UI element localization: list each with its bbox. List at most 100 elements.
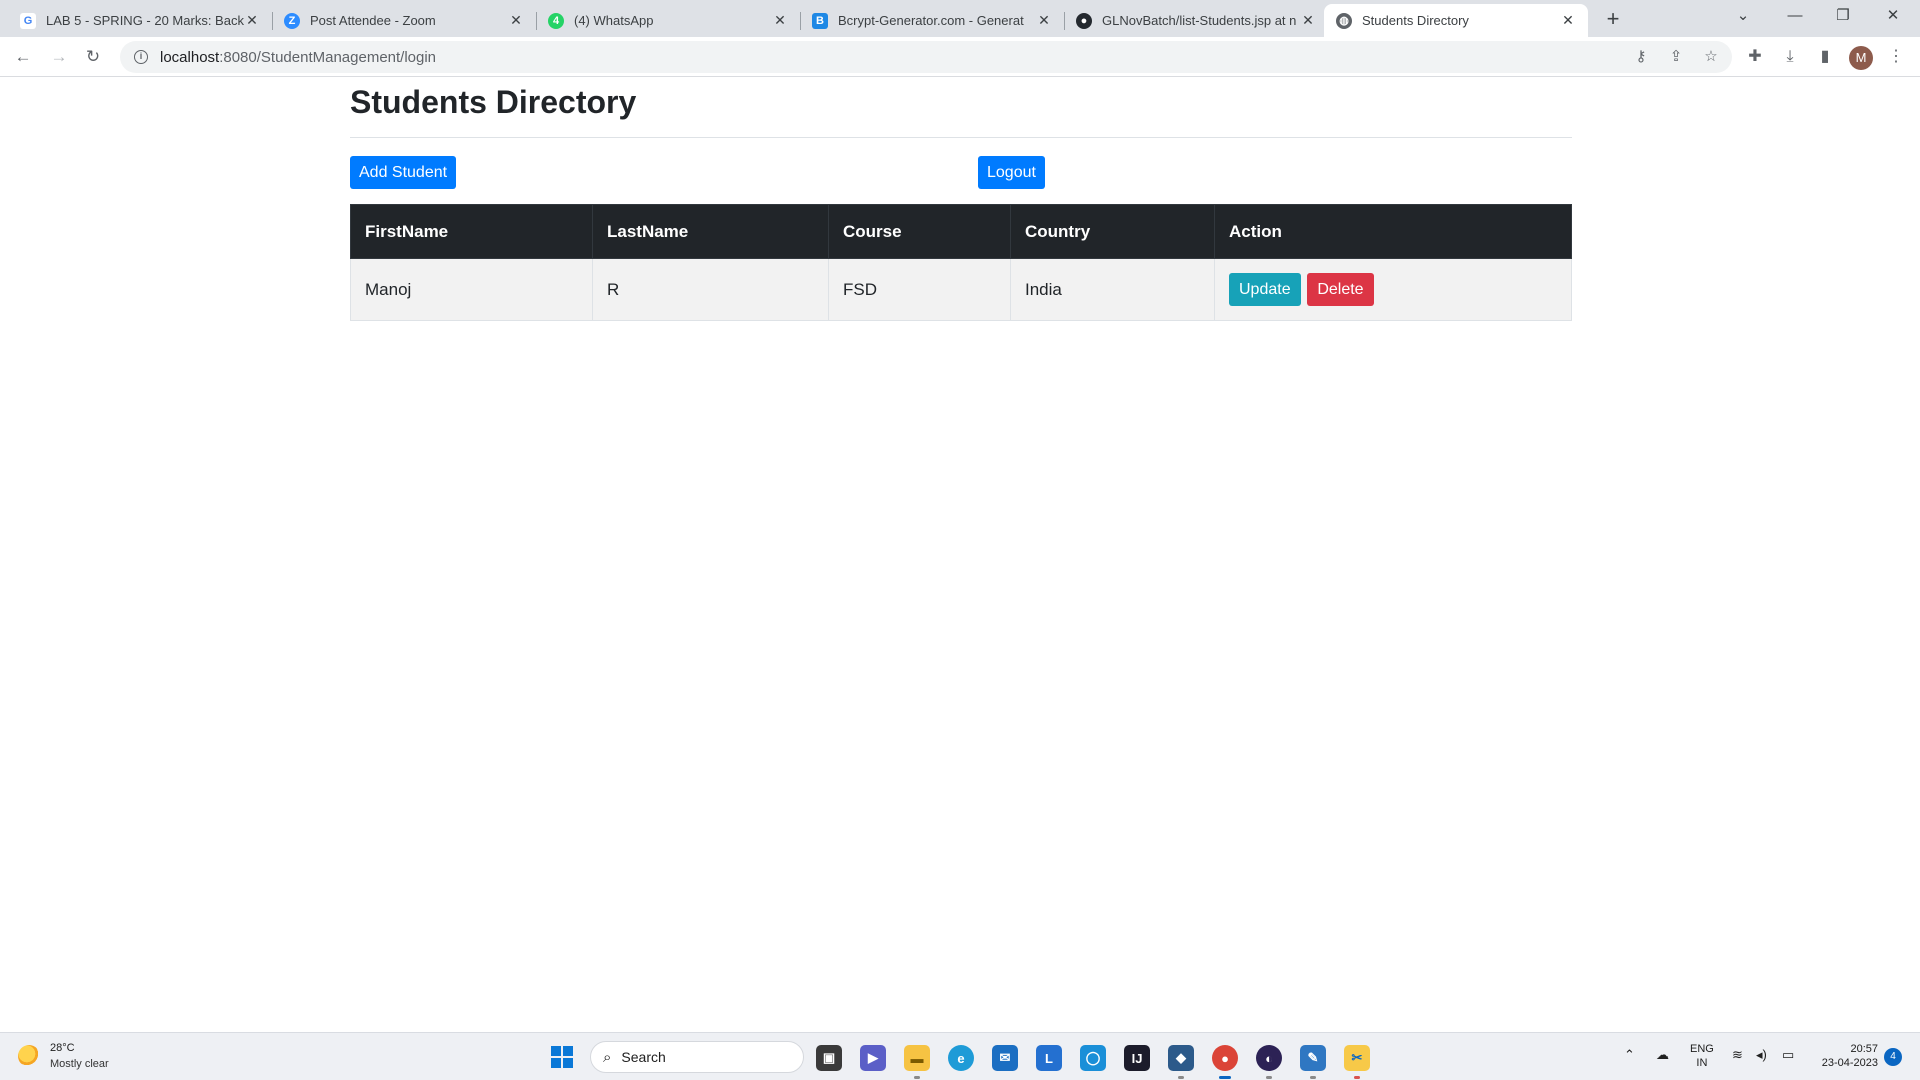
start-button-icon[interactable] bbox=[551, 1046, 573, 1068]
column-header-action: Action bbox=[1214, 204, 1572, 259]
page-title: Students Directory bbox=[350, 84, 637, 120]
table-header-row: FirstName LastName Course Country Action bbox=[350, 204, 1572, 259]
tab-title: (4) WhatsApp bbox=[574, 13, 654, 28]
address-bar[interactable]: i localhost:8080/StudentManagement/login bbox=[120, 41, 1732, 73]
volume-icon[interactable]: ◂) bbox=[1756, 1047, 1767, 1063]
weather-icon[interactable] bbox=[18, 1045, 40, 1067]
weather-temperature: 28°C bbox=[50, 1042, 75, 1054]
eclipse-icon[interactable]: ◐ bbox=[1256, 1045, 1282, 1071]
bcrypt-icon: B bbox=[812, 12, 828, 29]
whatsapp-icon: 4 bbox=[548, 12, 564, 29]
browser-tab[interactable]: G LAB 5 - SPRING - 20 Marks: Back ✕ bbox=[8, 4, 273, 37]
cell-action: Update Delete bbox=[1214, 258, 1572, 321]
photo-editor-icon[interactable]: ✎ bbox=[1300, 1045, 1326, 1071]
zoom-icon: Z bbox=[284, 12, 300, 29]
notification-badge[interactable]: 4 bbox=[1884, 1048, 1902, 1066]
taskbar: 28°C Mostly clear ⌕ Search ▣ ▶ ▬ e ✉ L ◯… bbox=[0, 1032, 1920, 1080]
logout-button[interactable]: Logout bbox=[978, 156, 1045, 189]
mail-icon[interactable]: ✉ bbox=[992, 1045, 1018, 1071]
action-buttons-row: Add Student Logout bbox=[350, 156, 1572, 190]
page-container: Students Directory Add Student Logout Fi… bbox=[350, 78, 1572, 321]
browser-tab-strip: G LAB 5 - SPRING - 20 Marks: Back ✕ Z Po… bbox=[0, 0, 1920, 37]
close-tab-icon[interactable]: ✕ bbox=[244, 12, 260, 29]
teams-icon[interactable]: ▶ bbox=[860, 1045, 886, 1071]
tab-title: GLNovBatch/list-Students.jsp at n bbox=[1102, 13, 1297, 28]
students-table: FirstName LastName Course Country Action… bbox=[350, 204, 1572, 321]
extensions-icon[interactable]: ✚ bbox=[1742, 44, 1768, 70]
app-ring-icon[interactable]: ◯ bbox=[1080, 1045, 1106, 1071]
google-icon: G bbox=[20, 12, 36, 29]
back-icon[interactable]: ← bbox=[10, 44, 36, 70]
close-window-icon[interactable]: ✕ bbox=[1878, 4, 1908, 28]
cell-country: India bbox=[1010, 258, 1215, 321]
search-label: Search bbox=[621, 1049, 666, 1065]
browser-tab[interactable]: B Bcrypt-Generator.com - Generat ✕ bbox=[800, 4, 1065, 37]
minimize-icon[interactable]: — bbox=[1780, 4, 1810, 28]
side-panel-icon[interactable]: ▮ bbox=[1812, 44, 1838, 70]
key-icon[interactable]: ⚷ bbox=[1630, 45, 1652, 69]
battery-icon[interactable]: ▭ bbox=[1782, 1047, 1794, 1063]
language-code: ENG bbox=[1690, 1043, 1714, 1055]
column-header-course: Course bbox=[828, 204, 1011, 259]
download-icon[interactable]: ⤓ bbox=[1777, 44, 1803, 70]
close-tab-icon[interactable]: ✕ bbox=[772, 12, 788, 29]
snip-tool-icon[interactable]: ✂ bbox=[1344, 1045, 1370, 1071]
mysql-workbench-icon[interactable]: ◆ bbox=[1168, 1045, 1194, 1071]
tab-title: LAB 5 - SPRING - 20 Marks: Back bbox=[46, 13, 244, 28]
taskbar-clock[interactable]: 20:57 23-04-2023 bbox=[1812, 1042, 1878, 1070]
task-view-icon[interactable]: ▣ bbox=[816, 1045, 842, 1071]
language-region: IN bbox=[1696, 1057, 1708, 1069]
intellij-icon[interactable]: IJ bbox=[1124, 1045, 1150, 1071]
column-header-country: Country bbox=[1010, 204, 1215, 259]
cell-firstname: Manoj bbox=[350, 258, 593, 321]
clock-date: 23-04-2023 bbox=[1821, 1057, 1878, 1069]
browser-tab-active[interactable]: ◍ Students Directory ✕ bbox=[1324, 4, 1588, 37]
cell-lastname: R bbox=[592, 258, 829, 321]
browser-tab[interactable]: Z Post Attendee - Zoom ✕ bbox=[272, 4, 537, 37]
bookmark-star-icon[interactable]: ☆ bbox=[1700, 45, 1722, 69]
restore-icon[interactable]: ❐ bbox=[1828, 4, 1858, 28]
divider bbox=[350, 137, 1572, 138]
address-path: :8080/StudentManagement/login bbox=[219, 48, 437, 66]
onedrive-cloud-icon[interactable]: ☁ bbox=[1656, 1047, 1669, 1063]
reload-icon[interactable]: ↻ bbox=[80, 44, 106, 70]
tab-title: Bcrypt-Generator.com - Generat bbox=[838, 13, 1024, 28]
clock-time: 20:57 bbox=[1850, 1043, 1878, 1055]
add-student-button[interactable]: Add Student bbox=[350, 156, 457, 189]
tab-search-icon[interactable]: ⌄ bbox=[1728, 4, 1758, 28]
table-row: Manoj R FSD India Update Delete bbox=[350, 258, 1572, 321]
update-button[interactable]: Update bbox=[1229, 273, 1301, 306]
edge-icon[interactable]: e bbox=[948, 1045, 974, 1071]
tab-title: Students Directory bbox=[1362, 13, 1469, 28]
column-header-lastname: LastName bbox=[592, 204, 829, 259]
browser-tab[interactable]: ● GLNovBatch/list-Students.jsp at n ✕ bbox=[1064, 4, 1328, 37]
forward-icon[interactable]: → bbox=[46, 44, 72, 70]
weather-description: Mostly clear bbox=[50, 1058, 109, 1070]
globe-icon: ◍ bbox=[1336, 12, 1352, 29]
browser-tab[interactable]: 4 (4) WhatsApp ✕ bbox=[536, 4, 801, 37]
file-explorer-icon[interactable]: ▬ bbox=[904, 1045, 930, 1071]
taskbar-search[interactable]: ⌕ Search bbox=[590, 1041, 804, 1073]
delete-button[interactable]: Delete bbox=[1307, 273, 1374, 306]
close-tab-icon[interactable]: ✕ bbox=[1560, 12, 1576, 29]
search-icon: ⌕ bbox=[603, 1048, 612, 1066]
share-icon[interactable]: ⇪ bbox=[1665, 45, 1687, 69]
wifi-icon[interactable]: ≋ bbox=[1732, 1047, 1743, 1063]
github-icon: ● bbox=[1076, 12, 1092, 29]
close-tab-icon[interactable]: ✕ bbox=[1036, 12, 1052, 29]
close-tab-icon[interactable]: ✕ bbox=[1300, 12, 1316, 29]
show-hidden-icons-chevron-icon[interactable]: ⌃ bbox=[1624, 1047, 1635, 1063]
address-host: localhost bbox=[160, 48, 220, 66]
chrome-icon[interactable]: ● bbox=[1212, 1045, 1238, 1071]
language-indicator[interactable]: ENG IN bbox=[1690, 1042, 1714, 1070]
close-tab-icon[interactable]: ✕ bbox=[508, 12, 524, 29]
app-l-icon[interactable]: L bbox=[1036, 1045, 1062, 1071]
menu-kebab-icon[interactable]: ⋮ bbox=[1883, 44, 1909, 70]
browser-toolbar: ← → ↻ i localhost:8080/StudentManagement… bbox=[0, 37, 1920, 77]
cell-course: FSD bbox=[828, 258, 1011, 321]
profile-avatar[interactable]: M bbox=[1849, 46, 1873, 70]
tab-title: Post Attendee - Zoom bbox=[310, 13, 436, 28]
column-header-firstname: FirstName bbox=[350, 204, 593, 259]
new-tab-icon[interactable]: + bbox=[1600, 6, 1626, 32]
site-info-icon[interactable]: i bbox=[134, 50, 148, 64]
